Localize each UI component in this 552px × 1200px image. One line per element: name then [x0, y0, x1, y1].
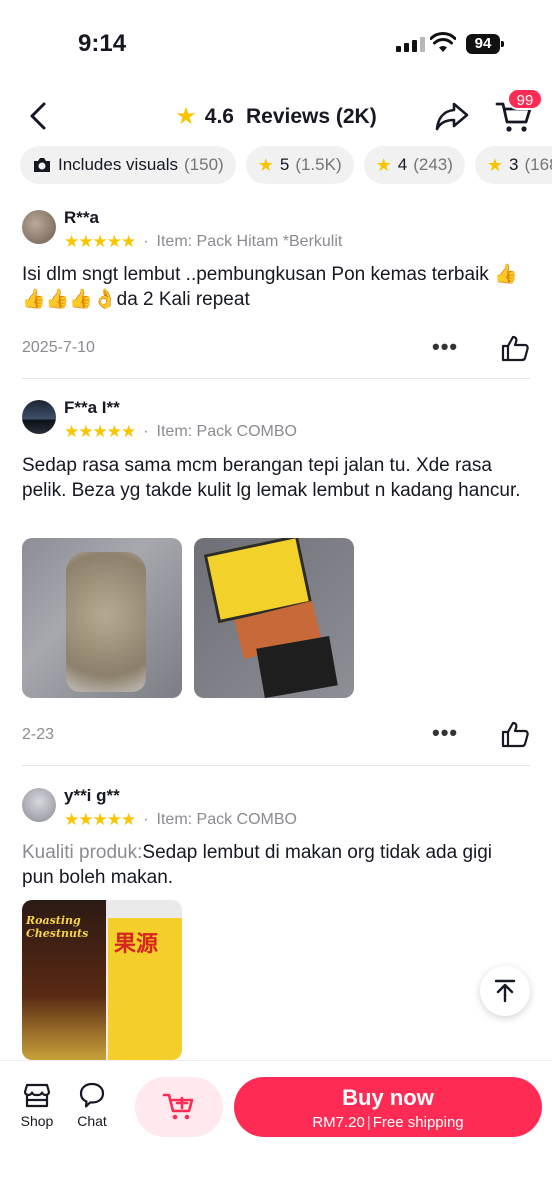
filter-count: (243) — [413, 155, 453, 174]
share-icon[interactable] — [434, 100, 470, 132]
thumbs-up-icon[interactable] — [500, 334, 530, 362]
avatar[interactable] — [22, 400, 56, 434]
filter-chips: Includes visuals (150) ★ 5 (1.5K) ★ 4 (2… — [20, 146, 552, 184]
avatar[interactable] — [22, 788, 56, 822]
photo-yellow-pack: 果源 — [108, 918, 182, 1060]
scroll-to-top-button[interactable] — [480, 966, 530, 1016]
avatar[interactable] — [22, 210, 56, 244]
review-item-variant: Item: Pack COMBO — [156, 423, 297, 440]
review-photo[interactable]: Roasting Chestnuts 果源 — [22, 900, 182, 1060]
review-item-variant: Item: Pack Hitam *Berkulit — [156, 233, 343, 250]
cart-badge: 99 — [507, 88, 543, 110]
filter-4-star[interactable]: ★ 4 (243) — [363, 146, 465, 184]
camera-icon — [34, 158, 50, 172]
signal-icon — [396, 36, 425, 52]
photo-pack-text: 果源 — [114, 931, 159, 956]
reviewer-name: F**a I** — [64, 398, 120, 417]
filter-includes-visuals[interactable]: Includes visuals (150) — [20, 146, 236, 184]
status-time: 9:14 — [78, 30, 127, 57]
header: ★ 4.6 Reviews (2K) — [0, 90, 552, 142]
review-date: 2025-7-10 — [22, 339, 95, 356]
price-shipping: RM7.20 | Free shipping — [234, 1114, 542, 1131]
arrow-up-icon — [494, 979, 516, 1003]
divider — [22, 378, 530, 379]
review-text: Sedap rasa sama mcm berangan tepi jalan … — [22, 455, 521, 501]
review-item: R**a ★★★★★ · Item: Pack Hitam *Berkulit … — [22, 208, 530, 370]
filter-label: 5 — [279, 155, 290, 174]
shop-icon — [23, 1083, 51, 1108]
review-item-variant: Item: Pack COMBO — [156, 811, 297, 828]
average-rating: 4.6 — [204, 104, 234, 128]
review-text: Isi dlm sngt lembut ..pembungkusan Pon k… — [22, 264, 518, 310]
shop-label: Shop — [20, 1113, 54, 1129]
chat-button[interactable]: Chat — [70, 1081, 114, 1129]
filter-count: (168) — [524, 155, 552, 174]
thumbs-up-icon[interactable] — [500, 720, 530, 748]
status-bar: 9:14 94 — [0, 0, 552, 90]
divider — [22, 765, 530, 766]
chat-icon — [79, 1082, 105, 1108]
shipping-label: Free shipping — [372, 1114, 464, 1131]
star-rating: ★★★★★ — [64, 422, 136, 441]
review-item: y**i g** ★★★★★ · Item: Pack COMBO Kualit… — [22, 786, 530, 1060]
filter-label: Includes visuals — [58, 155, 179, 174]
separator: | — [366, 1114, 371, 1131]
star-icon: ★ — [257, 154, 274, 175]
review-photo[interactable] — [22, 538, 182, 698]
star-icon: ★ — [486, 154, 504, 175]
photo-chestnut-pack: Roasting Chestnuts — [22, 900, 106, 1060]
review-photo[interactable] — [194, 538, 354, 698]
filter-count: (1.5K) — [295, 155, 342, 174]
buy-now-button[interactable]: Buy now RM7.20 | Free shipping — [234, 1077, 542, 1137]
wifi-icon — [430, 32, 456, 52]
reviews-title: Reviews (2K) — [246, 104, 377, 128]
price: RM7.20 — [312, 1114, 365, 1131]
more-options-icon[interactable]: ••• — [432, 334, 458, 360]
review-attribute-label: Kualiti produk: — [22, 842, 143, 863]
battery-indicator: 94 — [466, 34, 504, 54]
bottom-action-bar: Shop Chat Buy now RM7.20 | Free shipping — [0, 1060, 552, 1200]
filter-label: 4 — [397, 155, 408, 174]
filter-count: (150) — [184, 155, 224, 174]
photo-pack-text: Roasting Chestnuts — [26, 914, 89, 940]
shop-button[interactable]: Shop — [15, 1081, 59, 1129]
review-meta: ★★★★★ · Item: Pack COMBO — [64, 422, 297, 441]
reviewer-name: R**a — [64, 208, 99, 227]
filter-5-star[interactable]: ★ 5 (1.5K) — [245, 146, 354, 184]
filter-label: 3 — [509, 155, 519, 174]
review-meta: ★★★★★ · Item: Pack Hitam *Berkulit — [64, 232, 343, 251]
star-rating: ★★★★★ — [64, 810, 136, 829]
review-item: F**a I** ★★★★★ · Item: Pack COMBO Sedap … — [22, 398, 530, 760]
star-icon: ★ — [375, 154, 392, 175]
reviewer-name: y**i g** — [64, 786, 120, 805]
add-cart-icon — [162, 1093, 194, 1120]
add-to-cart-button[interactable] — [135, 1077, 223, 1137]
review-date: 2-23 — [22, 726, 55, 743]
more-options-icon[interactable]: ••• — [432, 720, 458, 746]
filter-3-star[interactable]: ★ 3 (168) — [474, 146, 552, 184]
review-text: Kualiti produk:Sedap lembut di makan org… — [22, 840, 522, 890]
star-rating: ★★★★★ — [64, 232, 136, 251]
buy-now-label: Buy now — [342, 1085, 434, 1110]
chat-label: Chat — [77, 1113, 107, 1129]
review-meta: ★★★★★ · Item: Pack COMBO — [64, 810, 297, 829]
star-icon: ★ — [175, 103, 197, 130]
photo-packet-shape — [66, 552, 146, 692]
